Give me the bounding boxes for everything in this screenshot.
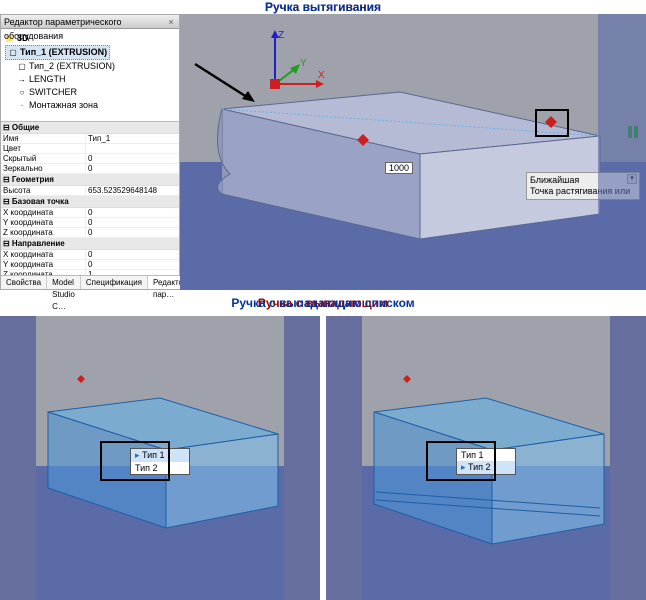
viewport-bottom-left[interactable]: ▸ Тип 1 Тип 2 <box>0 316 320 600</box>
panel-tabs[interactable]: СвойстваModel Studio C…СпецификацияРедак… <box>1 275 179 289</box>
top-title-blue: Ручка вытягивания <box>0 0 646 14</box>
stretch-handle-icon[interactable] <box>355 132 371 148</box>
svg-text:X: X <box>318 70 325 81</box>
highlight-rect <box>535 109 569 137</box>
prop-row[interactable]: Y координата0 <box>1 260 179 270</box>
tree-item[interactable]: ▢Тип_1 (EXTRUSION) <box>5 45 110 60</box>
prop-category[interactable]: ⊟ Общие <box>1 122 179 134</box>
tree-item[interactable]: ·Монтажная зона <box>5 99 175 112</box>
tab[interactable]: Свойства <box>1 276 47 289</box>
highlight-rect <box>426 441 496 481</box>
prop-row[interactable]: Z координата0 <box>1 228 179 238</box>
editor-panel: Редактор параметрического оборудования ×… <box>0 14 180 290</box>
prop-row[interactable]: ИмяТип_1 <box>1 134 179 144</box>
prop-category[interactable]: ⊟ Направление <box>1 238 179 250</box>
prop-row[interactable]: Скрытый0 <box>1 154 179 164</box>
tree-item[interactable]: →LENGTH <box>5 73 175 86</box>
pointer-arrow-icon <box>190 59 260 109</box>
3d-viewport[interactable]: Z X Y 1000 Ближайшая Точка растягивания … <box>180 14 646 290</box>
svg-text:Y: Y <box>300 58 307 69</box>
viewport-bottom-right[interactable]: Тип 1 ▸ Тип 2 <box>326 316 646 600</box>
prop-row[interactable]: Зеркально0 <box>1 164 179 174</box>
bottom-title-blue: Ручка с выпадающим списком <box>0 296 646 310</box>
prop-row[interactable]: Цвет <box>1 144 179 154</box>
svg-text:Z: Z <box>278 30 284 41</box>
panel-title: Редактор параметрического оборудования × <box>1 15 179 29</box>
tab[interactable]: Спецификация <box>81 276 148 289</box>
dimension-input[interactable]: 1000 <box>385 162 413 174</box>
prop-row[interactable]: X координата0 <box>1 208 179 218</box>
prop-row[interactable]: Высота653.523529648148 <box>1 186 179 196</box>
prop-row[interactable]: Y координата0 <box>1 218 179 228</box>
property-grid[interactable]: ⊟ ОбщиеИмяТип_1ЦветСкрытый0Зеркально0⊟ Г… <box>1 121 179 281</box>
handle-icon <box>76 374 86 384</box>
highlight-rect <box>100 441 170 481</box>
prop-category[interactable]: ⊟ Базовая точка <box>1 196 179 208</box>
prop-category[interactable]: ⊟ Геометрия <box>1 174 179 186</box>
handle-icon <box>402 374 412 384</box>
tree-item[interactable]: ○SWITCHER <box>5 86 175 99</box>
tree-item[interactable]: ▢Тип_2 (EXTRUSION) <box>5 60 175 73</box>
tab[interactable]: Model Studio C… <box>47 276 81 289</box>
prop-row[interactable]: X координата0 <box>1 250 179 260</box>
close-icon[interactable]: × <box>165 15 177 29</box>
